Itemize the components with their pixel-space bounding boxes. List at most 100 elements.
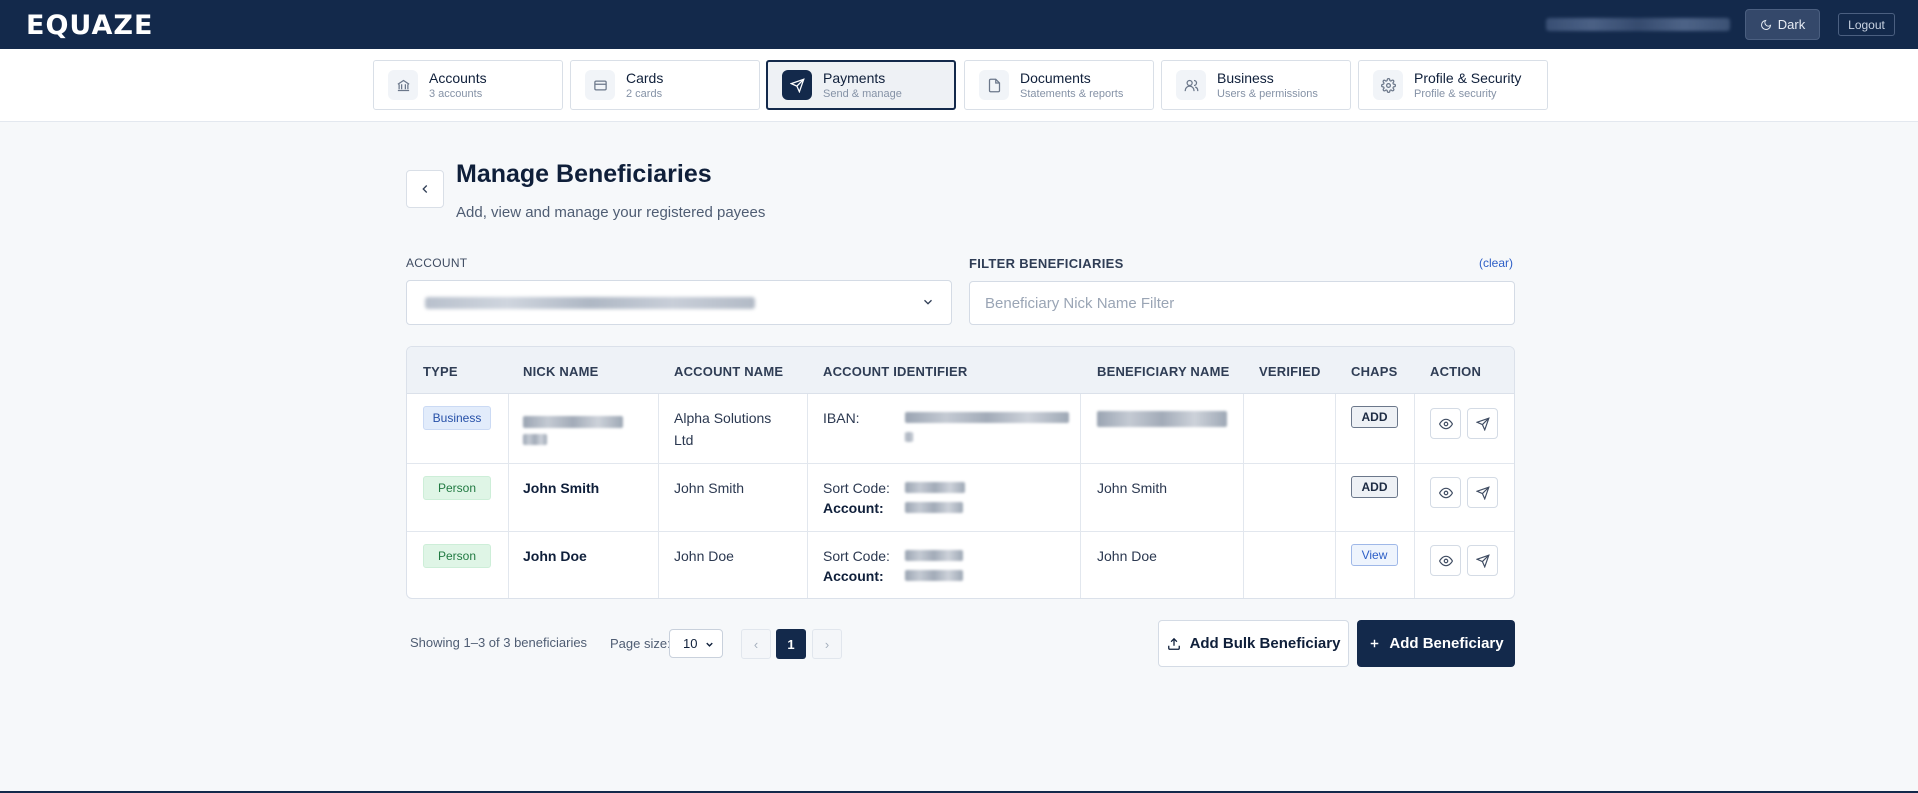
type-badge: Person (423, 544, 491, 568)
tab-accounts[interactable]: Accounts 3 accounts (373, 60, 563, 110)
eye-icon (1438, 555, 1453, 566)
page-1-button[interactable]: 1 (776, 629, 806, 659)
beneficiary-name: John Smith (1097, 480, 1168, 496)
table-header: TYPE NICK NAME ACCOUNT NAME ACCOUNT IDEN… (407, 347, 1514, 394)
users-icon (1176, 70, 1206, 100)
column-header: ACTION (1430, 364, 1482, 379)
account-number-redacted (905, 570, 963, 581)
theme-toggle-label: Dark (1777, 17, 1806, 32)
tab-payments[interactable]: Payments Send & manage (766, 60, 956, 110)
column-header: ACCOUNT IDENTIFIER (823, 364, 968, 379)
identifier-label: IBAN: (823, 410, 860, 426)
view-beneficiary-button[interactable] (1430, 408, 1461, 439)
send-payment-button[interactable] (1467, 408, 1498, 439)
column-header: VERIFIED (1259, 364, 1321, 379)
tab-cards[interactable]: Cards 2 cards (570, 60, 760, 110)
tab-title: Profile & Security (1414, 70, 1522, 86)
nick-name-redacted (523, 416, 623, 428)
account-name: Ltd (674, 432, 694, 448)
upload-icon (1167, 637, 1180, 650)
theme-toggle-button[interactable]: Dark (1745, 9, 1820, 40)
eye-icon (1438, 418, 1453, 429)
card-icon (585, 70, 615, 100)
tab-subtitle: Users & permissions (1217, 88, 1318, 100)
account-name: John Smith (674, 480, 745, 496)
tab-subtitle: Send & manage (823, 88, 902, 100)
chaps-add-button[interactable]: ADD (1351, 406, 1398, 428)
tab-title: Cards (626, 70, 664, 86)
tab-title: Business (1217, 70, 1274, 86)
add-beneficiary-label: Add Beneficiary (1389, 635, 1504, 652)
chaps-add-button[interactable]: ADD (1351, 476, 1398, 498)
send-payment-button[interactable] (1467, 545, 1498, 576)
results-count: Showing 1–3 of 3 beneficiaries (410, 635, 588, 650)
view-beneficiary-button[interactable] (1430, 545, 1461, 576)
identifier-label: Sort Code: (823, 480, 890, 496)
send-icon (1475, 485, 1490, 500)
tab-title: Documents (1020, 70, 1091, 86)
tab-subtitle: 2 cards (626, 88, 663, 100)
tab-profile-security[interactable]: Profile & Security Profile & security (1358, 60, 1548, 110)
send-icon (1475, 553, 1490, 568)
nick-name: John Smith (523, 480, 600, 496)
eye-icon (1438, 487, 1453, 498)
sort-code-redacted (905, 482, 965, 493)
beneficiary-name: John Doe (1097, 548, 1157, 564)
page-size-select[interactable]: 10 (669, 629, 723, 658)
top-bar: EQUAZE Dark Logout (0, 0, 1918, 49)
user-email-redacted (1546, 18, 1730, 31)
tab-subtitle: 3 accounts (429, 88, 483, 100)
send-payment-button[interactable] (1467, 477, 1498, 508)
type-badge: Business (423, 406, 491, 430)
add-beneficiary-button[interactable]: Add Beneficiary (1357, 620, 1515, 667)
tab-subtitle: Statements & reports (1020, 88, 1124, 100)
clear-filter-link[interactable]: (clear) (1479, 256, 1513, 270)
iban-redacted (905, 432, 913, 442)
next-page-button[interactable]: › (812, 629, 842, 659)
table-row: Person John Doe John Doe Sort Code: Acco… (407, 532, 1514, 598)
iban-redacted (905, 412, 1069, 423)
page-size-label: Page size: (610, 636, 671, 651)
sort-code-redacted (905, 550, 963, 561)
view-beneficiary-button[interactable] (1430, 477, 1461, 508)
plus-icon (1371, 639, 1379, 648)
column-header: NICK NAME (523, 364, 599, 379)
account-select[interactable] (406, 280, 952, 325)
chevron-down-icon (924, 299, 932, 305)
send-icon (1475, 416, 1490, 431)
table-row: Business Alpha Solutions Ltd IBAN: ADD (407, 394, 1514, 464)
back-button[interactable] (406, 170, 444, 208)
tab-documents[interactable]: Documents Statements & reports (964, 60, 1154, 110)
main-nav: Accounts 3 accounts Cards 2 cards Paymen… (0, 49, 1918, 122)
prev-page-button[interactable]: ‹ (741, 629, 771, 659)
identifier-label: Account: (823, 500, 884, 516)
column-header: TYPE (423, 364, 458, 379)
account-value-redacted (425, 297, 755, 309)
account-number-redacted (905, 502, 963, 513)
beneficiary-filter-input[interactable] (969, 281, 1515, 325)
column-header: CHAPS (1351, 364, 1398, 379)
column-header: BENEFICIARY NAME (1097, 364, 1230, 379)
send-icon (782, 70, 812, 100)
page-subtitle: Add, view and manage your registered pay… (456, 204, 766, 221)
logo[interactable]: EQUAZE (26, 10, 153, 41)
add-bulk-beneficiary-button[interactable]: Add Bulk Beneficiary (1158, 620, 1349, 667)
tab-subtitle: Profile & security (1414, 88, 1497, 100)
type-badge: Person (423, 476, 491, 500)
chevron-down-icon (706, 642, 713, 647)
account-name: Alpha Solutions (674, 410, 772, 426)
page-title: Manage Beneficiaries (456, 160, 712, 188)
gear-icon (1373, 70, 1403, 100)
tab-title: Accounts (429, 70, 487, 86)
identifier-label: Account: (823, 568, 884, 584)
account-label: ACCOUNT (406, 256, 468, 270)
logout-button[interactable]: Logout (1838, 13, 1895, 36)
tab-title: Payments (823, 70, 886, 86)
chevron-left-icon (422, 185, 428, 193)
page-size-value: 10 (683, 636, 698, 651)
nick-name-redacted (523, 434, 547, 445)
beneficiaries-table: TYPE NICK NAME ACCOUNT NAME ACCOUNT IDEN… (406, 346, 1515, 599)
tab-business[interactable]: Business Users & permissions (1161, 60, 1351, 110)
chaps-view-button[interactable]: View (1351, 544, 1398, 566)
document-icon (979, 70, 1009, 100)
